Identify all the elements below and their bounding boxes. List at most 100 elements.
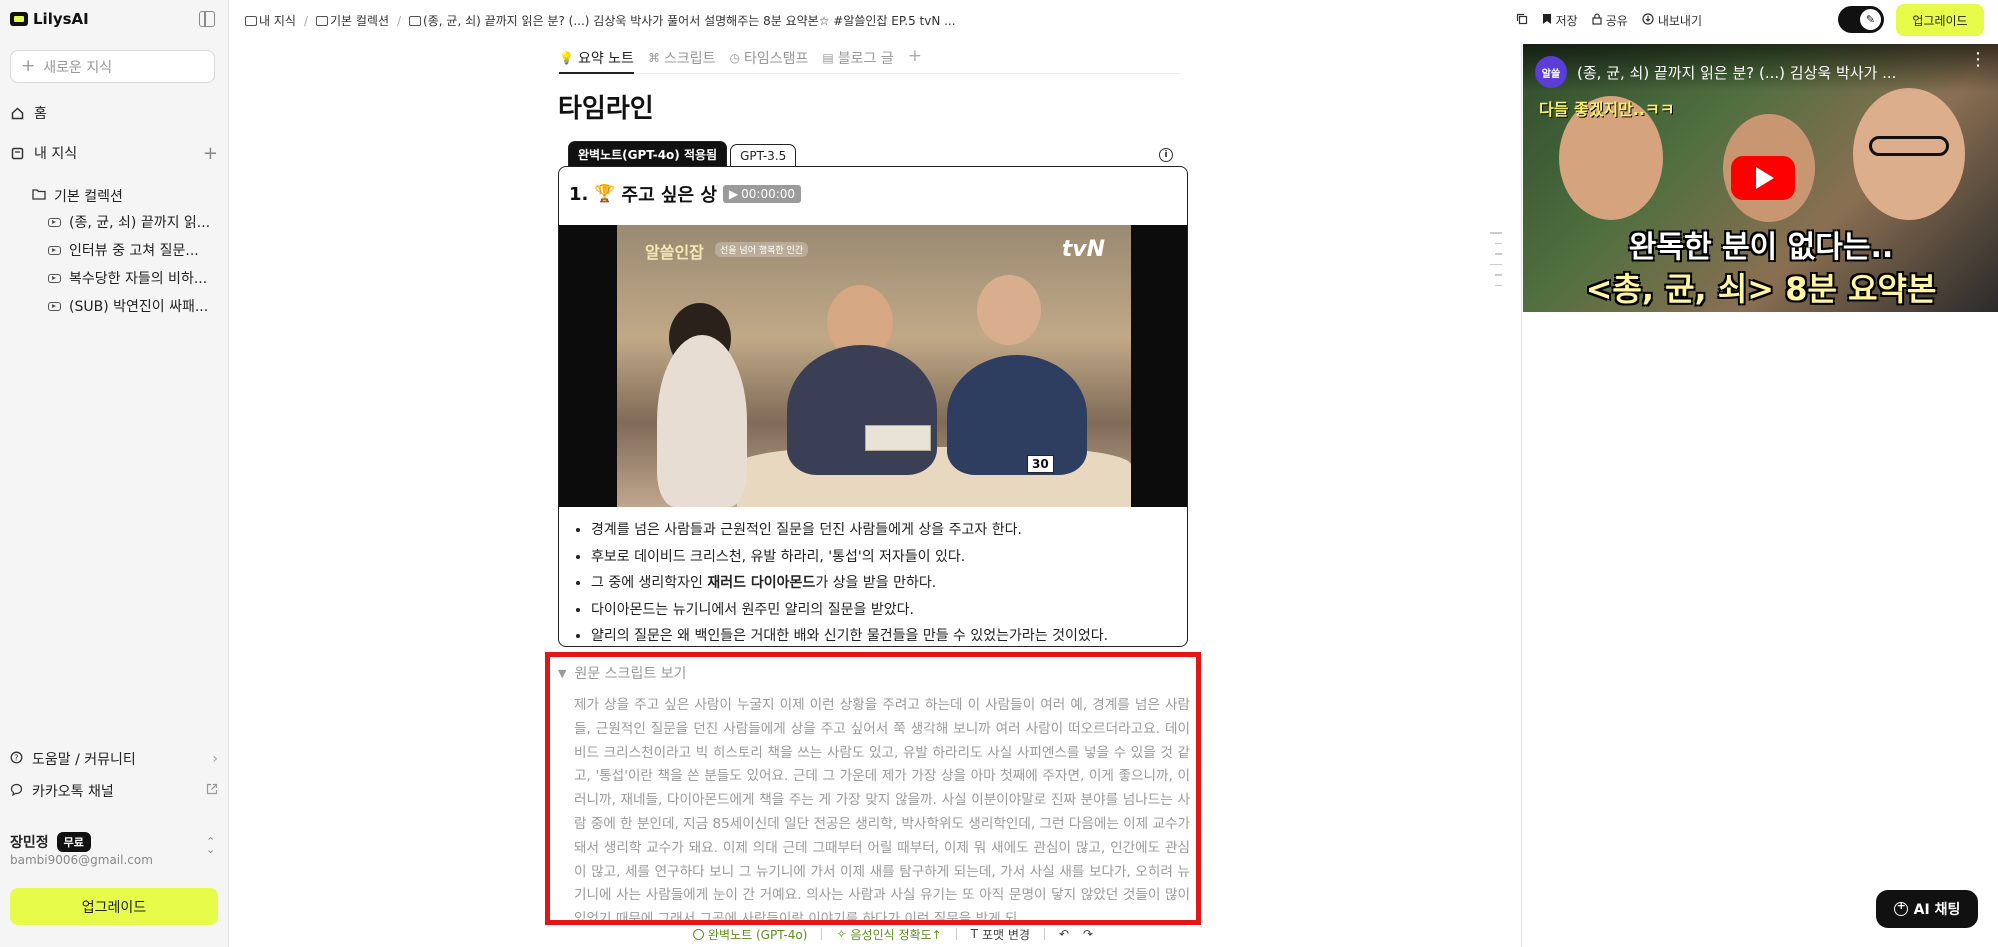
triangle-down-icon: ▼	[558, 666, 567, 680]
breadcrumb-separator: /	[397, 13, 402, 28]
sidebar-item-label: 내 지식	[34, 146, 78, 162]
add-tab-icon[interactable]: +	[908, 48, 922, 65]
top-actions: 저장 공유 내보내기	[1516, 12, 1702, 29]
save-button[interactable]: 저장	[1542, 12, 1578, 29]
add-knowledge-icon[interactable]: +	[203, 143, 218, 164]
top-bar: 내 지식 / 기본 컬렉션 / (종, 균, 쇠) 끝까지 읽은 분? (...…	[229, 0, 1998, 42]
scene-person	[657, 335, 747, 507]
bullet-text: 경계를 넘은 사람들과 근원적인 질문을 던진 사람들에게 상을 주고자 한다.	[591, 522, 1022, 538]
knowledge-item[interactable]: (SUB) 박연진이 싸패...	[48, 295, 218, 317]
more-options-icon[interactable]: ⋮	[1969, 51, 1987, 69]
format-change-label: 포맷 변경	[981, 927, 1030, 942]
script-toggle[interactable]: ▼ 원문 스크립트 보기	[558, 663, 686, 683]
breadcrumb: 내 지식 / 기본 컬렉션 / (종, 균, 쇠) 끝까지 읽은 분? (...…	[245, 12, 956, 29]
bottom-toolbar: 완벽노트 (GPT-4o) ✧ 음성인식 정확도↑ T 포맷 변경 ↶ ↷	[693, 925, 1093, 943]
copy-button[interactable]	[1516, 13, 1528, 28]
perfect-note-button[interactable]: 완벽노트 (GPT-4o)	[693, 926, 807, 943]
download-icon	[1642, 13, 1654, 28]
undo-icon[interactable]: ↶	[1059, 927, 1069, 941]
voice-accuracy-button[interactable]: ✧ 음성인식 정확도↑	[836, 926, 941, 943]
export-label: 내보내기	[1657, 14, 1702, 28]
chevron-updown-icon[interactable]: ⌃ ⌄	[206, 836, 215, 855]
kakao-label: 카카오톡 채널	[32, 784, 114, 800]
bullet-text: 가 상을 받을 만하다.	[815, 575, 937, 591]
video-show-tag: 선을 넘어 행복한 인간	[715, 242, 809, 257]
share-button[interactable]: 공유	[1592, 12, 1628, 29]
sidebar: LilysAI + 새로운 지식 홈 내 지식 + 기본 컬렉션 (종, 균, …	[0, 0, 229, 947]
home-icon	[10, 106, 24, 120]
breadcrumb-folder[interactable]: 기본 컬렉션	[315, 12, 389, 29]
perfect-note-label: 완벽노트 (GPT-4o)	[708, 927, 808, 942]
sidebar-item-my-knowledge[interactable]: 내 지식 +	[10, 141, 218, 165]
logo[interactable]: LilysAI	[10, 10, 89, 28]
knowledge-item-label: (SUB) 박연진이 싸패...	[69, 299, 209, 315]
bullet-text: 얄리의 질문은 왜 백인들은 거대한 배와 신기한 물건들을 만들 수 있었는가…	[591, 628, 1109, 644]
video-scene: 알쓸인잡 선을 넘어 행복한 인간 tvN 30	[617, 225, 1131, 507]
outline-marker	[1490, 263, 1502, 265]
player-video-title[interactable]: (종, 균, 쇠) 끝까지 읽은 분? (...) 김상욱 박사가 ...	[1577, 62, 1896, 83]
video-panel: 알쓸 (종, 균, 쇠) 끝까지 읽은 분? (...) 김상욱 박사가 ...…	[1521, 42, 1998, 947]
folder-default-collection[interactable]: 기본 컬렉션	[32, 185, 123, 207]
info-icon[interactable]: i	[1159, 148, 1173, 162]
breadcrumb-root[interactable]: 내 지식	[245, 12, 296, 29]
book-icon	[10, 146, 24, 160]
knowledge-item[interactable]: 복수당한 자들의 비하...	[48, 267, 218, 289]
outline-marker	[1495, 274, 1502, 276]
bullet-bold-text: 재러드 다이아몬드	[707, 575, 816, 591]
model-tab-gpt35[interactable]: GPT-3.5	[730, 144, 797, 166]
lilys-logo-icon	[10, 12, 28, 26]
tab-script[interactable]: ⌘ 스크립트	[648, 48, 716, 72]
folder-icon	[315, 16, 328, 26]
tab-summary-note[interactable]: 💡 요약 노트	[559, 48, 634, 74]
tab-timestamp[interactable]: ◷ 타임스탬프	[729, 48, 808, 72]
kakao-channel-link[interactable]: 카카오톡 채널	[10, 780, 218, 802]
export-button[interactable]: 내보내기	[1642, 12, 1702, 29]
play-button[interactable]	[1731, 156, 1795, 200]
format-change-button[interactable]: T 포맷 변경	[971, 926, 1030, 943]
youtube-player[interactable]: 알쓸 (종, 균, 쇠) 끝까지 읽은 분? (...) 김상욱 박사가 ...…	[1523, 44, 1998, 312]
topbar-upgrade-button[interactable]: 업그레이드	[1896, 4, 1984, 36]
text-format-icon: T	[970, 927, 978, 941]
user-profile[interactable]: 장민정 무료	[10, 832, 91, 852]
player-caption-top: 다들 좋겠지만..ㅋㅋ	[1539, 100, 1675, 119]
sidebar-item-home[interactable]: 홈	[10, 101, 218, 125]
ai-chat-label: AI 채팅	[1913, 902, 1961, 918]
timestamp-badge[interactable]: ▶ 00:00:00	[722, 185, 802, 203]
help-label: 도움말 / 커뮤니티	[32, 752, 136, 768]
tab-label: 요약 노트	[577, 51, 634, 67]
sidebar-collapse-icon[interactable]	[199, 11, 215, 27]
player-caption-1: 완독한 분이 없다는..	[1628, 230, 1894, 265]
outline-marker	[1495, 253, 1502, 255]
voice-accuracy-label: 음성인식 정확도↑	[850, 927, 942, 942]
video-thumbnail[interactable]: 알쓸인잡 선을 넘어 행복한 인간 tvN 30	[559, 225, 1187, 507]
channel-avatar[interactable]: 알쓸	[1535, 56, 1567, 88]
knowledge-item[interactable]: (종, 균, 쇠) 끝까지 읽...	[48, 211, 218, 233]
user-name: 장민정	[10, 835, 49, 851]
tab-blog-post[interactable]: ▤ 블로그 글	[822, 48, 893, 72]
folder-icon	[32, 188, 46, 204]
knowledge-item[interactable]: 인터뷰 중 고쳐 질문...	[48, 239, 218, 261]
ai-chat-button[interactable]: AI 채팅	[1876, 890, 1978, 928]
page-title: 타임라인	[558, 94, 654, 124]
summary-card: 1. 🏆 주고 싶은 상 ▶ 00:00:00 알쓸인잡 선을 넘어 행복한 인…	[558, 166, 1188, 647]
timestamp-label: 00:00:00	[741, 187, 796, 201]
play-icon: ▶	[728, 187, 739, 201]
redo-icon[interactable]: ↷	[1083, 927, 1093, 941]
help-community-link[interactable]: ? 도움말 / 커뮤니티 ›	[10, 748, 218, 770]
new-knowledge-button[interactable]: + 새로운 지식	[10, 50, 215, 83]
check-circle-icon	[693, 928, 704, 940]
outline-marker	[1495, 242, 1502, 244]
save-label: 저장	[1555, 14, 1578, 28]
outline-markers[interactable]	[1490, 232, 1502, 295]
section-title: 주고 싶은 상	[621, 185, 717, 206]
bookmark-icon	[1542, 13, 1552, 28]
scene-person	[947, 355, 1087, 475]
breadcrumb-folder-label: 기본 컬렉션	[329, 14, 389, 28]
outline-marker	[1495, 284, 1502, 286]
bullet-text: 그 중에 생리학자인	[591, 575, 708, 591]
scene-books	[865, 425, 931, 451]
summary-bullet: 그 중에 생리학자인 재러드 다이아몬드가 상을 받을 만하다.	[591, 570, 1179, 597]
sidebar-upgrade-button[interactable]: 업그레이드	[10, 888, 218, 925]
model-tab-gpt4o[interactable]: 완벽노트(GPT-4o) 적용됨	[568, 141, 728, 166]
edit-mode-toggle[interactable]: ✎	[1838, 6, 1884, 33]
